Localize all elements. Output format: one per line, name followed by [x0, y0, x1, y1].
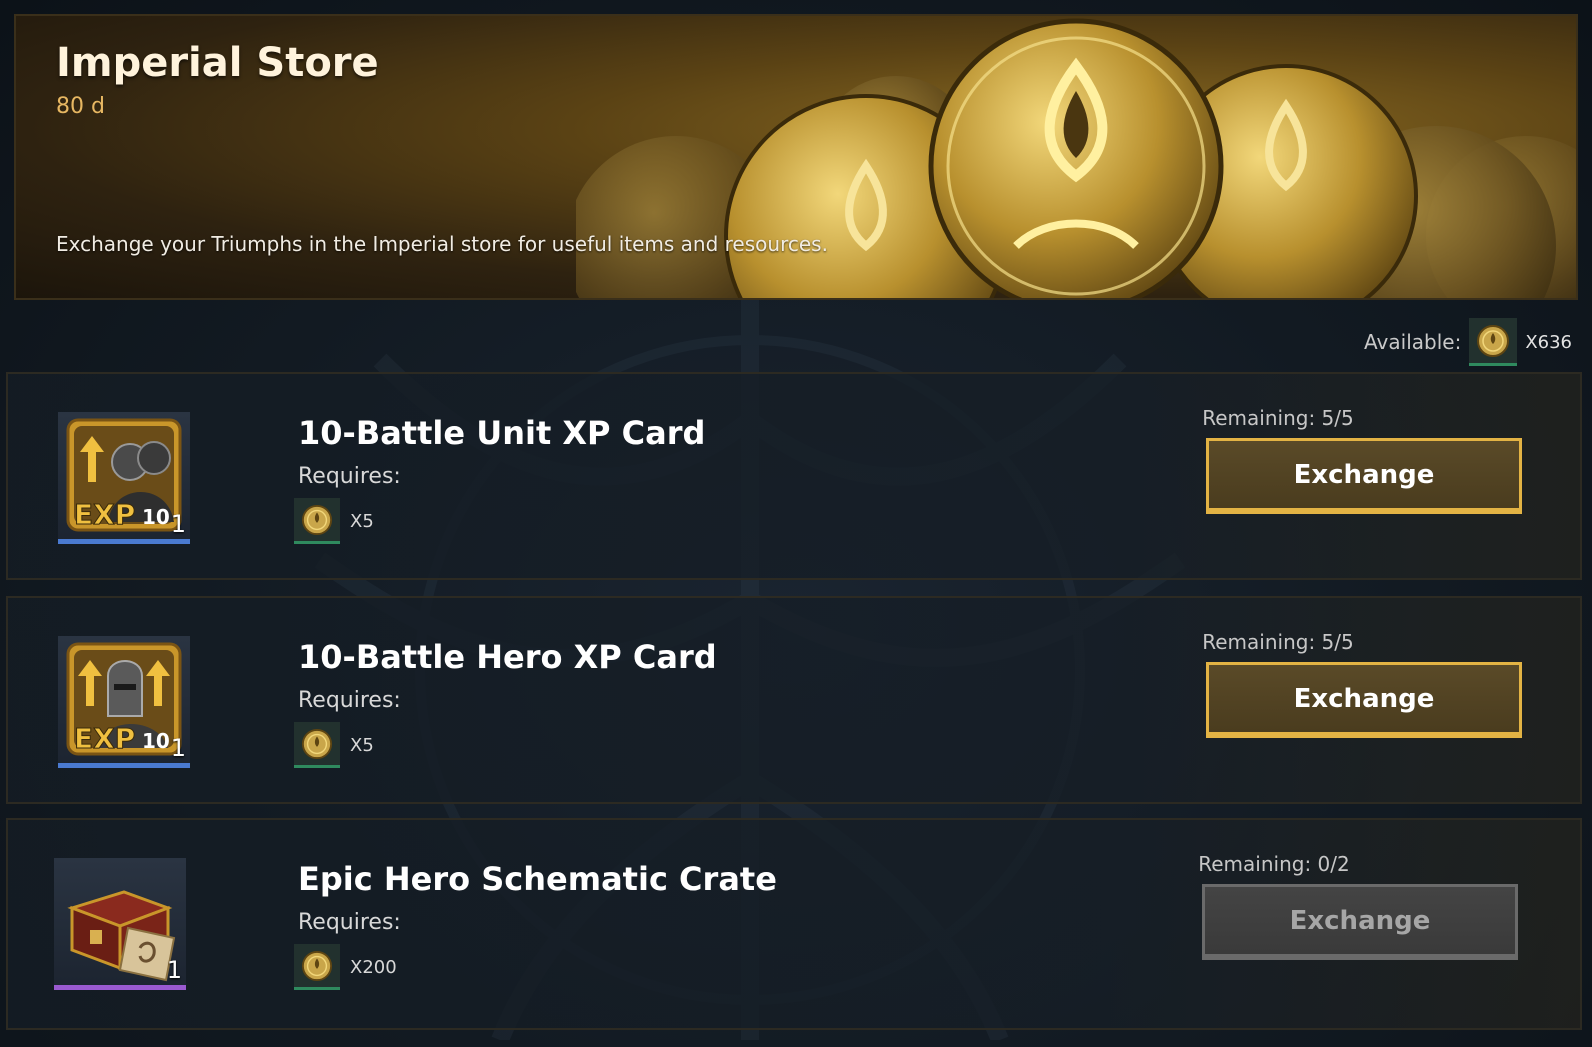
triumph-coin-icon	[1469, 318, 1518, 366]
requires-label: Requires:	[298, 910, 401, 935]
exchange-button[interactable]: Exchange	[1202, 884, 1518, 960]
store-item-row: 1 Epic Hero Schematic Crate Requires: X2…	[6, 818, 1582, 1030]
store-timer: 80 d	[56, 94, 105, 119]
available-label: Available:	[1364, 330, 1462, 354]
exchange-button[interactable]: Exchange	[1206, 662, 1522, 738]
item-name: Epic Hero Schematic Crate	[298, 860, 777, 898]
hero-xp-card-icon[interactable]: EXP 10 1	[58, 636, 190, 768]
store-item-row: EXP 10 1 10-Battle Hero XP Card Requires…	[6, 596, 1582, 804]
store-title: Imperial Store	[56, 40, 379, 86]
item-quantity: 1	[166, 956, 182, 984]
xp-card-label: EXP	[74, 498, 135, 531]
rarity-bar	[58, 539, 190, 544]
imperial-store-banner: Imperial Store 80 d Exchange your Triump…	[14, 14, 1578, 300]
coins-illustration	[576, 18, 1576, 298]
available-count: X636	[1525, 331, 1572, 353]
item-quantity: 1	[170, 734, 186, 762]
requires-label: Requires:	[298, 464, 401, 489]
item-quantity: 1	[170, 510, 186, 538]
cost-value: X5	[350, 510, 374, 532]
item-name: 10-Battle Hero XP Card	[298, 638, 717, 676]
xp-card-number: 10	[142, 729, 170, 753]
store-description: Exchange your Triumphs in the Imperial s…	[56, 232, 828, 256]
unit-xp-card-icon[interactable]: EXP 10 1	[58, 412, 190, 544]
item-cost: X5	[294, 498, 374, 544]
remaining-count: Remaining: 5/5	[1202, 630, 1354, 654]
rarity-bar	[58, 763, 190, 768]
cost-value: X5	[350, 734, 374, 756]
store-item-row: EXP 10 1 10-Battle Unit XP Card Requires…	[6, 372, 1582, 580]
rarity-bar	[54, 985, 186, 990]
triumph-coin-icon	[294, 944, 340, 990]
available-balance: Available: X636	[1364, 318, 1572, 366]
triumph-coin-icon	[294, 722, 340, 768]
requires-label: Requires:	[298, 688, 401, 713]
remaining-count: Remaining: 0/2	[1198, 852, 1350, 876]
xp-card-number: 10	[142, 505, 170, 529]
exchange-button[interactable]: Exchange	[1206, 438, 1522, 514]
item-cost: X200	[294, 944, 397, 990]
schematic-crate-icon[interactable]: 1	[54, 858, 186, 990]
item-cost: X5	[294, 722, 374, 768]
remaining-count: Remaining: 5/5	[1202, 406, 1354, 430]
cost-value: X200	[350, 956, 397, 978]
triumph-coin-icon	[294, 498, 340, 544]
item-name: 10-Battle Unit XP Card	[298, 414, 706, 452]
xp-card-label: EXP	[74, 722, 135, 755]
